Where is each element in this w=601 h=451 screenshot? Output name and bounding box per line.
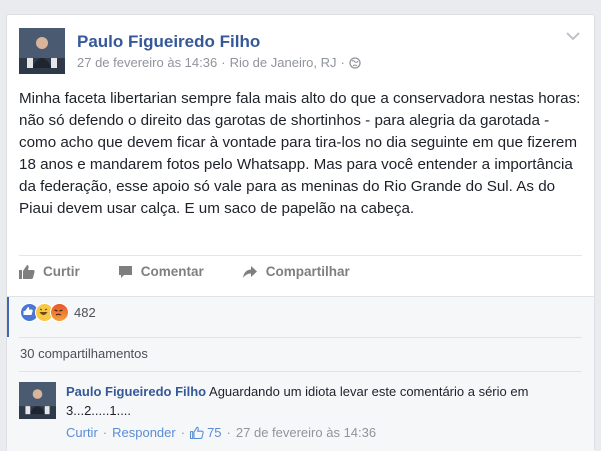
post-actions: Curtir Comentar Compartilhar (19, 264, 388, 279)
comment-icon (118, 265, 132, 278)
meta-separator: · (221, 55, 226, 70)
post-text: Minha faceta libertarian sempre fala mai… (19, 90, 581, 217)
comment-button[interactable]: Comentar (118, 264, 204, 279)
comment-actions: Curtir · Responder · 75 · 27 de fevereir… (66, 425, 376, 440)
avatar[interactable] (19, 28, 65, 74)
globe-icon (349, 56, 361, 69)
comment-like-count: 75 (207, 425, 222, 440)
comment-body: Paulo Figueiredo Filho Aguardando um idi… (66, 382, 571, 420)
share-icon (242, 265, 257, 278)
share-label: Compartilhar (265, 264, 350, 279)
divider (19, 337, 582, 338)
focus-edge (7, 297, 9, 337)
thumbs-up-icon (19, 265, 35, 279)
dot-separator: · (226, 425, 231, 440)
dot-separator: · (180, 425, 186, 440)
shares-count[interactable]: 30 compartilhamentos (20, 346, 148, 361)
comment-reply-link[interactable]: Responder (112, 425, 176, 440)
post-author[interactable]: Paulo Figueiredo Filho (77, 32, 260, 52)
comment-author[interactable]: Paulo Figueiredo Filho (66, 384, 206, 399)
reactions-summary[interactable]: 482 (20, 303, 96, 322)
comment-likes[interactable]: 75 (190, 425, 222, 440)
comment-label: Comentar (140, 264, 204, 279)
comment-like-link[interactable]: Curtir (66, 425, 98, 440)
post-date[interactable]: 27 de fevereiro às 14:36 (77, 55, 217, 70)
reaction-count[interactable]: 482 (74, 305, 96, 320)
post-card: Paulo Figueiredo Filho 27 de fevereiro à… (6, 14, 595, 451)
post-meta: 27 de fevereiro às 14:36 · Rio de Janeir… (77, 55, 361, 70)
share-button[interactable]: Compartilhar (242, 264, 350, 279)
comment-date[interactable]: 27 de fevereiro às 14:36 (236, 425, 376, 440)
meta-separator: · (340, 55, 345, 70)
comment-avatar[interactable] (19, 382, 56, 419)
divider (19, 255, 582, 256)
divider (19, 371, 582, 372)
dot-separator: · (102, 425, 108, 440)
post-location[interactable]: Rio de Janeiro, RJ (230, 55, 337, 70)
angry-reaction-icon (50, 303, 69, 322)
like-button[interactable]: Curtir (19, 264, 80, 279)
thumbs-up-icon (190, 426, 204, 439)
chevron-down-icon[interactable] (566, 31, 580, 41)
like-label: Curtir (43, 264, 80, 279)
